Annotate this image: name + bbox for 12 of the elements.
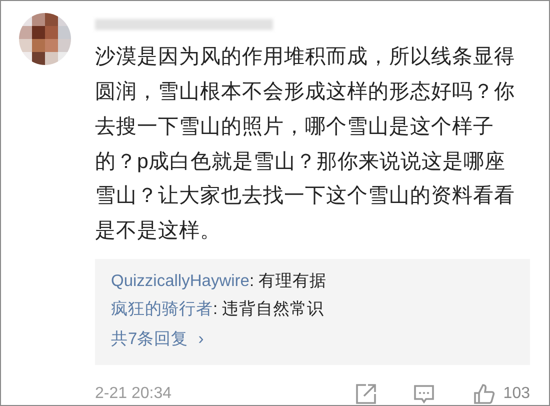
thumbs-up-icon[interactable] — [473, 383, 496, 405]
reply-author[interactable]: QuizzicallyHaywire — [111, 272, 250, 290]
reply-text: : 有理有据 — [249, 272, 327, 290]
comment-time: 2-21 20:34 — [95, 385, 173, 403]
comment-text: 沙漠是因为风的作用堆积而成，所以线条显得圆润，雪山根本不会形成这样的形态好吗？你去搜一下雪山的照片，哪个雪山是这个样子的？p成白色就是雪山？那你来说说这是哪座雪山？让大家也去找一下这个雪山的资料看看是不是这样。 — [95, 44, 516, 244]
comment-icon[interactable] — [413, 383, 436, 405]
like-count: 103 — [503, 385, 530, 403]
reply-author[interactable]: 疯狂的骑行者 — [111, 300, 213, 318]
share-icon[interactable] — [355, 383, 378, 405]
reply-text: : 违背自然常识 — [213, 300, 324, 318]
avatar-icon — [19, 13, 71, 65]
more-replies-link[interactable]: 共7条回复 › — [111, 323, 204, 355]
